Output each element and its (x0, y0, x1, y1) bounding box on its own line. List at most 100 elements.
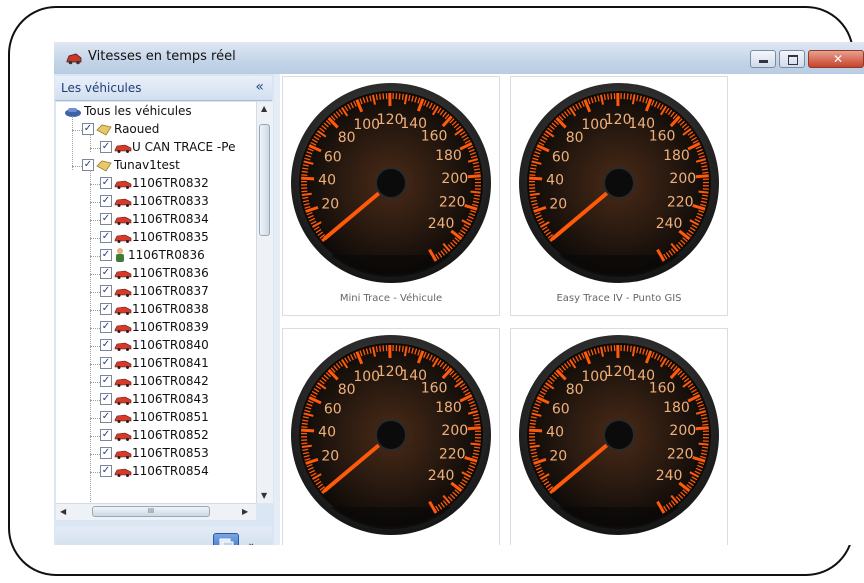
tree-item-checkbox[interactable]: ✓ (100, 213, 112, 225)
gauge-tick (629, 93, 632, 100)
gauge-tick-label: 200 (441, 423, 468, 439)
gauge-tick (473, 420, 481, 423)
tree-item[interactable]: ✓ 1106TR0841 (56, 355, 256, 373)
title-bar[interactable]: Vitesses en temps réel ✕ (54, 42, 864, 74)
tree-item-checkbox[interactable]: ✓ (100, 465, 112, 477)
car-icon (114, 232, 132, 246)
gauge-tick (398, 93, 401, 100)
vertical-scroll-thumb[interactable] (259, 124, 270, 236)
close-button[interactable]: ✕ (808, 50, 864, 68)
gauge-tick (529, 442, 536, 445)
tree-item-checkbox[interactable]: ✓ (100, 339, 112, 351)
gauge-tick-label: 60 (552, 149, 570, 165)
minimize-button[interactable] (750, 50, 776, 68)
gauge-tick (474, 171, 481, 174)
tree-vertical-scrollbar[interactable]: ▲ ▼ (256, 102, 273, 503)
tree-item[interactable]: ✓ U CAN TRACE -Pe (56, 139, 256, 157)
gauge-tick-label: 20 (549, 448, 567, 464)
scroll-down-arrow-icon[interactable]: ▼ (261, 491, 267, 500)
tree-item-checkbox[interactable]: ✓ (100, 177, 112, 189)
tree-item-checkbox[interactable]: ✓ (100, 303, 112, 315)
tree-item-checkbox[interactable]: ✓ (82, 159, 94, 171)
tree-item-label: 1106TR0834 (132, 212, 209, 226)
window-title: Vitesses en temps réel (88, 49, 236, 64)
gauge-tick (529, 170, 536, 173)
gauge-tick-label: 240 (656, 216, 683, 232)
tree-item[interactable]: ✓ 1106TR0840 (56, 337, 256, 355)
speedometer-gauge-2: 20406080100120140160180200220240 (519, 83, 719, 283)
gauge-tick (607, 93, 610, 100)
tree-item[interactable]: ✓ 1106TR0843 (56, 391, 256, 409)
tree-item[interactable]: ✓ 1106TR0833 (56, 193, 256, 211)
tree-item[interactable]: ✓ 1106TR0839 (56, 319, 256, 337)
gauge-tick (629, 345, 632, 352)
tree-item-checkbox[interactable]: ✓ (100, 195, 112, 207)
tree-item-checkbox[interactable]: ✓ (100, 285, 112, 297)
gauge-tick (474, 423, 481, 426)
tree-item-checkbox[interactable]: ✓ (100, 267, 112, 279)
gauge-tick (610, 93, 613, 100)
tree-item-label: 1106TR0839 (132, 320, 209, 334)
tree-item[interactable]: ✓ 1106TR0834 (56, 211, 256, 229)
gauge-tick-label: 220 (667, 447, 694, 463)
tree-guide-line (90, 170, 91, 503)
gauge-tick (379, 93, 382, 100)
gauge-tick (301, 190, 308, 193)
gauge-panel-1: 20 40 60 80 100 120 140 160 180 200 220 240 Mini Tr… (282, 76, 500, 316)
scroll-right-arrow-icon[interactable]: ▶ (242, 507, 248, 516)
tree-item-checkbox[interactable]: ✓ (100, 249, 112, 261)
app-window: Vitesses en temps réel ✕ Les véhicules «… (54, 42, 864, 545)
gauge-tick (401, 345, 404, 352)
gauge-tick-label: 220 (439, 195, 466, 211)
collapse-sidebar-button[interactable]: « (255, 79, 264, 95)
horizontal-scroll-thumb[interactable]: III (92, 506, 210, 517)
tree-item[interactable]: ✓ 1106TR0836 (56, 265, 256, 283)
scroll-left-arrow-icon[interactable]: ◀ (60, 507, 66, 516)
tree-item-checkbox[interactable]: ✓ (100, 321, 112, 333)
tree-item[interactable]: ✓ 1106TR0842 (56, 373, 256, 391)
maximize-button[interactable] (779, 50, 805, 68)
tree-item-checkbox[interactable]: ✓ (100, 447, 112, 459)
gauge-tick (301, 444, 312, 449)
tree-item[interactable]: ✓ 1106TR0836 (56, 247, 256, 265)
gauge-tick (301, 174, 308, 176)
gauge-tick (529, 190, 536, 193)
tree-item-checkbox[interactable]: ✓ (100, 411, 112, 423)
tree-item-checkbox[interactable]: ✓ (100, 375, 112, 387)
tree-item-label: 1106TR0842 (132, 374, 209, 388)
car-icon (114, 448, 132, 462)
tree-guide-line (90, 134, 91, 152)
gauge-tick (474, 446, 481, 449)
car-icon (114, 430, 132, 444)
tree-item[interactable]: ✓ 1106TR0851 (56, 409, 256, 427)
tree-item[interactable]: ✓ 1106TR0838 (56, 301, 256, 319)
tree-item-checkbox[interactable]: ✓ (100, 429, 112, 441)
fleet-icon (64, 106, 82, 121)
tree-item[interactable]: ✓ 1106TR0832 (56, 175, 256, 193)
tree-item-checkbox[interactable]: ✓ (100, 357, 112, 369)
windows-layout-button[interactable] (213, 533, 239, 545)
tree-item[interactable]: ✓ 1106TR0854 (56, 463, 256, 481)
tree-item[interactable]: ✓ Raoued (56, 121, 256, 139)
tree-item-checkbox[interactable]: ✓ (100, 231, 112, 243)
tree-item-checkbox[interactable]: ✓ (82, 123, 94, 135)
tree-item[interactable]: Tous les véhicules (56, 103, 256, 121)
scroll-up-arrow-icon[interactable]: ▲ (261, 104, 267, 113)
tree-item-checkbox[interactable]: ✓ (100, 141, 112, 153)
tree-connector (90, 382, 100, 383)
tree-item[interactable]: ✓ 1106TR0835 (56, 229, 256, 247)
chevron-down-icon[interactable]: ⌄ (247, 538, 255, 545)
gauge-tick (698, 442, 709, 446)
tree-item-label: 1106TR0840 (132, 338, 209, 352)
tree-item[interactable]: ✓ 1106TR0852 (56, 427, 256, 445)
car-icon (114, 412, 132, 426)
tree-item[interactable]: ✓ 1106TR0853 (56, 445, 256, 463)
tree-horizontal-scrollbar[interactable]: ◀ III ▶ (56, 503, 256, 520)
gauge-tick (529, 428, 543, 433)
tree-item-checkbox[interactable]: ✓ (100, 393, 112, 405)
gauge-tick (695, 426, 709, 431)
tree-item[interactable]: ✓ 1106TR0837 (56, 283, 256, 301)
gauge-tick-label: 160 (649, 129, 676, 145)
gauge-tick-label: 60 (552, 401, 570, 417)
tree-item[interactable]: ✓ Tunav1test (56, 157, 256, 175)
